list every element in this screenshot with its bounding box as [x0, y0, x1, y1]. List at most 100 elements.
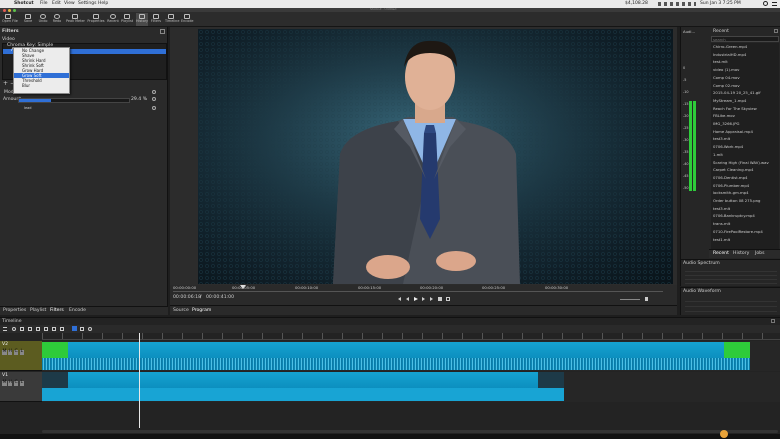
tab-playlist[interactable]: Playlist — [30, 308, 46, 314]
app-menu-name[interactable]: Shotcut — [14, 1, 34, 7]
recent-file-item[interactable]: IndustrialHD.mp4 — [713, 52, 746, 57]
recent-file-item[interactable]: 1.mlt — [713, 152, 723, 157]
rewind-icon[interactable] — [406, 297, 409, 301]
apple-icon[interactable] — [3, 1, 8, 16]
player-ruler[interactable]: 00:00:00:00 00:00:05:00 00:00:10:00 00:0… — [170, 285, 677, 293]
history-button[interactable]: History — [136, 13, 148, 26]
menu-help[interactable]: Help — [98, 1, 108, 7]
current-timecode[interactable]: 00:00:06:18 — [173, 295, 201, 301]
recent-file-item[interactable]: trans.mlt — [713, 222, 730, 226]
recent-file-item[interactable]: Scaring High (Final WAV).wav — [713, 160, 769, 165]
tab-properties[interactable]: Properties — [3, 308, 26, 314]
timeline-button[interactable]: Timeline — [165, 13, 179, 26]
stop-icon[interactable] — [438, 297, 442, 301]
extra-reset-icon[interactable] — [152, 106, 156, 110]
tab-recent[interactable]: Recent — [713, 251, 729, 257]
open-file-button[interactable]: Open File — [2, 13, 18, 26]
recent-file-item[interactable]: locksmith-gm.mp4 — [713, 191, 749, 195]
recent-file-item[interactable]: MyStream_1.mp4 — [713, 99, 746, 103]
fast-forward-icon[interactable] — [422, 297, 425, 301]
peak-meter-button[interactable]: Peak Meter — [66, 13, 85, 26]
track-v2-lock[interactable]: L — [20, 349, 24, 355]
add-filter-button[interactable]: + — [3, 81, 8, 87]
tab-jobs[interactable]: Jobs — [755, 251, 764, 257]
recent-file-item[interactable]: Home Appraisal.mp4 — [713, 129, 753, 134]
recent-file-item[interactable]: Carpet Cleaning.mp4 — [713, 168, 753, 172]
volume-icon[interactable] — [645, 297, 648, 301]
playlist-button[interactable]: Playlist — [121, 13, 133, 26]
recent-button[interactable]: Recent — [107, 13, 119, 26]
grid-icon[interactable] — [446, 297, 450, 301]
ripple-icon[interactable] — [88, 327, 92, 331]
video-preview[interactable] — [198, 29, 673, 284]
track-v1-hide[interactable]: H — [8, 380, 13, 386]
skip-end-icon[interactable] — [430, 297, 433, 301]
recent-file-item[interactable]: Comp 02.mov — [713, 83, 740, 88]
recent-file-item[interactable]: 0706-Dentist.mp4 — [713, 176, 747, 180]
save-button[interactable]: Save — [22, 13, 34, 26]
paste-icon[interactable] — [28, 327, 32, 331]
amount-reset-icon[interactable] — [152, 97, 156, 101]
track-v2-mute[interactable]: M — [2, 349, 7, 355]
menu-edit[interactable]: Edit — [52, 1, 61, 7]
recent-file-item[interactable]: test1.mlt — [713, 237, 730, 242]
timeline-ruler[interactable] — [42, 333, 780, 340]
recent-file-item[interactable]: 0706-Bankruptcy.mp4 — [713, 214, 755, 218]
recent-file-item[interactable]: 0706-Plumber.mp4 — [713, 183, 749, 188]
recent-file-item[interactable]: Comp 04.mov — [713, 75, 740, 80]
list-icon[interactable] — [772, 2, 777, 6]
recent-file-item[interactable]: 0706-Work.mp4 — [713, 145, 743, 149]
encode-button[interactable]: Encode — [181, 13, 193, 26]
recent-file-item[interactable]: test3.mlt — [713, 206, 730, 211]
track-v2-composite[interactable]: C — [14, 349, 19, 355]
tab-program[interactable]: Program — [192, 308, 211, 314]
track-head-v2[interactable]: V2 M H C L — [0, 341, 42, 371]
recent-file-item[interactable]: Reach For The Skyview — [713, 106, 757, 111]
track-v1-lock[interactable]: L — [20, 380, 24, 386]
recent-file-item[interactable]: test3.mlt — [713, 137, 730, 141]
play-icon[interactable] — [414, 296, 418, 301]
timeline-close-icon[interactable] — [771, 319, 775, 323]
tab-encode[interactable]: Encode — [69, 308, 86, 314]
v2-clip[interactable] — [42, 342, 750, 370]
overwrite-icon[interactable] — [52, 327, 56, 331]
menu-view[interactable]: View — [64, 1, 75, 7]
amount-slider[interactable] — [18, 98, 130, 103]
recent-file-item[interactable]: video (1).mov — [713, 68, 739, 72]
track-head-v1[interactable]: V1 M H C L — [0, 372, 42, 402]
dock-icon[interactable] — [720, 430, 728, 438]
undo-button[interactable]: Undo — [37, 13, 49, 26]
recent-file-item[interactable]: test.mlt — [713, 60, 728, 64]
v1-clip[interactable] — [42, 372, 564, 401]
track-v2-hide[interactable]: H — [8, 349, 13, 355]
search-icon[interactable] — [763, 1, 768, 6]
tab-history[interactable]: History — [733, 251, 749, 257]
timeline-menu-icon[interactable] — [3, 327, 7, 331]
redo-button[interactable]: Redo — [51, 13, 63, 26]
recent-file-item[interactable]: Order button 08 275.png — [713, 199, 760, 203]
track-v1-composite[interactable]: C — [14, 380, 19, 386]
mode-option-blur[interactable]: Blur — [14, 83, 69, 88]
tab-filters[interactable]: Filters — [50, 308, 64, 314]
copy-icon[interactable] — [20, 327, 24, 331]
menu-file[interactable]: File — [40, 1, 48, 7]
append-icon[interactable] — [36, 327, 40, 331]
recent-search-input[interactable] — [711, 36, 779, 42]
skip-start-icon[interactable] — [398, 297, 401, 301]
timeline-playhead[interactable] — [139, 333, 140, 428]
cut-icon[interactable] — [12, 327, 16, 331]
amount-value[interactable]: 29.4 % — [131, 97, 147, 103]
playhead-marker[interactable] — [240, 285, 246, 289]
properties-button[interactable]: Properties — [87, 13, 105, 26]
tab-source[interactable]: Source — [173, 308, 189, 314]
menu-settings[interactable]: Settings — [78, 1, 96, 7]
recent-file-item[interactable]: Chirro-Green.mp4 — [713, 45, 747, 49]
recent-close-icon[interactable] — [774, 29, 778, 33]
filters-button[interactable]: Filters — [150, 13, 162, 26]
recent-file-item[interactable]: FBLike.mov — [713, 114, 735, 118]
panel-close-icon[interactable] — [160, 29, 165, 34]
snap-icon[interactable] — [72, 326, 77, 331]
track-v1-mute[interactable]: M — [2, 380, 7, 386]
recent-file-item[interactable]: 0710-FirePoolRestore.mp4 — [713, 229, 763, 234]
recent-file-item[interactable]: 2015-04-19 20_25_41.gif — [713, 91, 761, 95]
